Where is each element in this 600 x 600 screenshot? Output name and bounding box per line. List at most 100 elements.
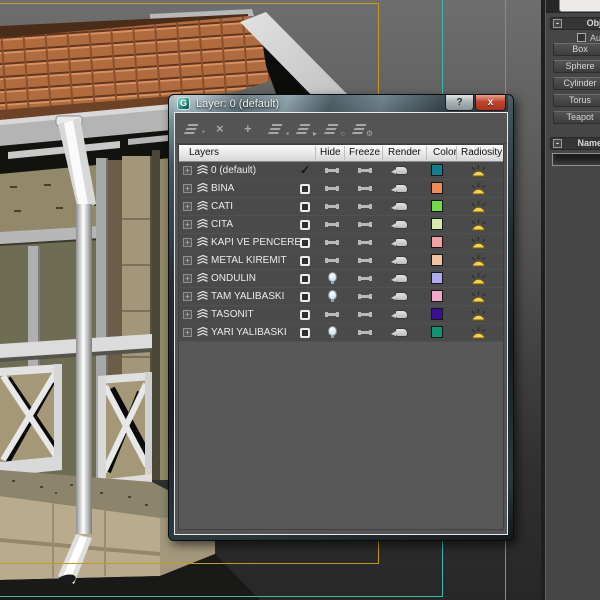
hide-bulb-icon[interactable] [328,326,337,338]
render-icon[interactable] [391,238,408,247]
layer-row[interactable]: + CATI [179,198,503,216]
layer-row[interactable]: + ONDULIN [179,270,503,288]
expand-icon[interactable]: + [183,220,192,229]
current-layer-checkbox[interactable] [300,220,310,230]
layer-name[interactable]: TAM YALIBASKI [211,291,284,302]
layer-color-swatch[interactable] [431,272,443,284]
layer-name[interactable]: 0 (default) [211,165,256,176]
hide-dash[interactable] [325,204,339,209]
set-current-layer-icon[interactable]: ▸ [299,121,317,137]
expand-icon[interactable]: + [183,184,192,193]
freeze-dash[interactable] [358,312,372,317]
current-layer-checkbox[interactable] [300,274,310,284]
layer-color-swatch[interactable] [431,200,443,212]
object-name-field[interactable] [552,153,600,166]
freeze-dash[interactable] [358,330,372,335]
freeze-dash[interactable] [358,168,372,173]
expand-icon[interactable]: + [183,328,192,337]
expand-icon[interactable]: + [183,202,192,211]
layer-row[interactable]: + BINA [179,180,503,198]
expand-icon[interactable]: + [183,274,192,283]
current-layer-checkbox[interactable] [300,328,310,338]
layer-name[interactable]: CITA [211,219,233,230]
render-icon[interactable] [391,256,408,265]
expand-icon[interactable]: + [183,256,192,265]
layer-color-swatch[interactable] [431,182,443,194]
layer-name[interactable]: KAPI VE PENCERE [211,237,301,248]
radiosity-icon[interactable] [470,326,487,344]
layer-name[interactable]: BINA [211,183,234,194]
expand-icon[interactable]: + [183,166,192,175]
layer-color-swatch[interactable] [431,164,443,176]
layer-color-swatch[interactable] [431,290,443,302]
render-icon[interactable] [391,202,408,211]
current-layer-checkbox[interactable] [300,184,310,194]
select-objects-in-layer-icon[interactable]: ▪ [271,121,289,137]
layer-row[interactable]: + TASONIT [179,306,503,324]
render-icon[interactable] [391,328,408,337]
current-layer-checkbox[interactable] [300,202,310,212]
freeze-dash[interactable] [358,204,372,209]
freeze-dash[interactable] [358,258,372,263]
hide-dash[interactable] [325,258,339,263]
autogrid-checkbox[interactable] [577,33,586,42]
layer-color-swatch[interactable] [431,308,443,320]
column-layers[interactable]: Layers [189,147,219,158]
column-hide[interactable]: Hide [320,147,341,158]
layer-color-swatch[interactable] [431,218,443,230]
primitive-button-sphere[interactable]: Sphere [553,60,600,73]
layer-properties-icon[interactable]: ⚙ [355,121,373,137]
primitive-button-teapot[interactable]: Teapot [553,111,600,124]
freeze-dash[interactable] [358,186,372,191]
hide-bulb-icon[interactable] [328,290,337,302]
hide-dash[interactable] [325,240,339,245]
render-icon[interactable] [391,292,408,301]
expand-icon[interactable]: + [183,292,192,301]
layer-row[interactable]: + METAL KIREMIT [179,252,503,270]
hide-dash[interactable] [325,222,339,227]
rollout-name-color[interactable]: - Name and Color [550,137,600,150]
hide-dash[interactable] [325,168,339,173]
highlight-layer-icon[interactable]: ○ [327,121,345,137]
add-selection-to-layer-icon[interactable]: + [243,121,260,136]
delete-layer-icon[interactable]: × [215,121,232,136]
close-button[interactable]: x [475,95,506,111]
collapse-icon[interactable]: - [553,19,562,28]
hide-dash[interactable] [325,186,339,191]
column-color[interactable]: Color [433,147,457,158]
column-radiosity[interactable]: Radiosity [461,147,502,158]
layer-row[interactable]: + KAPI VE PENCERE [179,234,503,252]
freeze-dash[interactable] [358,294,372,299]
column-freeze[interactable]: Freeze [349,147,380,158]
current-layer-checkbox[interactable] [300,256,310,266]
layer-name[interactable]: YARI YALIBASKI [211,327,287,338]
collapse-icon[interactable]: - [553,139,562,148]
hide-bulb-icon[interactable] [328,272,337,284]
layer-name[interactable]: ONDULIN [211,273,256,284]
hide-dash[interactable] [325,312,339,317]
layer-row[interactable]: + CITA [179,216,503,234]
render-icon[interactable] [391,184,408,193]
layer-name[interactable]: CATI [211,201,233,212]
current-layer-checkbox[interactable] [300,238,310,248]
primitive-button-cylinder[interactable]: Cylinder [553,77,600,90]
layer-row[interactable]: + TAM YALIBASKI [179,288,503,306]
current-layer-checkbox[interactable] [300,310,310,320]
expand-icon[interactable]: + [183,238,192,247]
render-icon[interactable] [391,166,408,175]
render-icon[interactable] [391,220,408,229]
layer-color-swatch[interactable] [431,236,443,248]
layer-row[interactable]: +0 (default) ✓ [179,162,503,180]
primitive-button-box[interactable]: Box [553,43,600,56]
layer-color-swatch[interactable] [431,254,443,266]
primitive-button-torus[interactable]: Torus [553,94,600,107]
layer-name[interactable]: METAL KIREMIT [211,255,287,266]
layer-color-swatch[interactable] [431,326,443,338]
expand-icon[interactable]: + [183,310,192,319]
current-layer-checkbox[interactable] [300,292,310,302]
rollout-object-type[interactable]: - Object Type [550,17,600,30]
current-layer-check[interactable]: ✓ [298,163,312,177]
freeze-dash[interactable] [358,222,372,227]
column-render[interactable]: Render [388,147,421,158]
freeze-dash[interactable] [358,276,372,281]
